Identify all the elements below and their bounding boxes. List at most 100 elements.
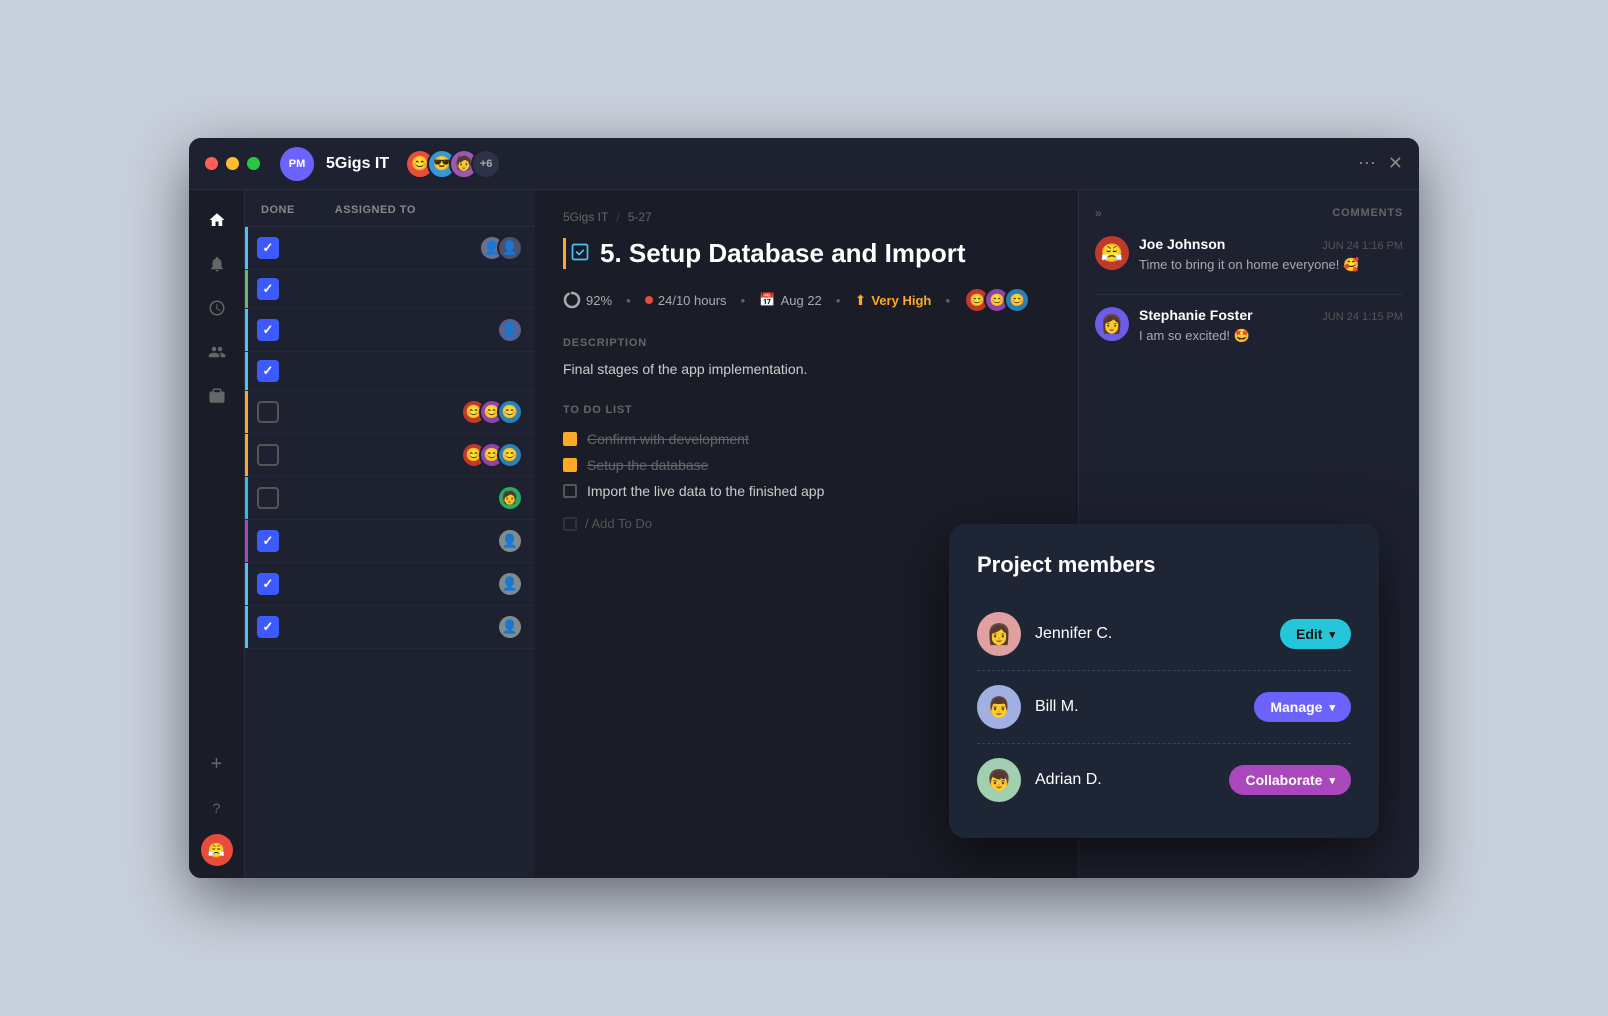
task-checkbox[interactable] <box>257 401 279 423</box>
add-todo-label[interactable]: / Add To Do <box>585 516 652 531</box>
todo-text: Confirm with development <box>587 431 749 447</box>
task-row[interactable]: 😊 😊 😊 <box>245 434 535 477</box>
close-traffic-light[interactable] <box>205 157 218 170</box>
task-checkbox[interactable] <box>257 444 279 466</box>
todo-item[interactable]: Confirm with development <box>563 426 1050 452</box>
more-options-icon[interactable]: ⋯ <box>1358 153 1376 174</box>
title-bar-actions: ⋯ ✕ <box>1358 153 1403 174</box>
accent-bar <box>245 477 248 519</box>
title-bar: PM 5Gigs IT 😊 😎 🧑 +6 ⋯ ✕ <box>189 138 1419 190</box>
task-avatar: 🧑 <box>497 485 523 511</box>
accent-bar <box>245 520 248 562</box>
member-name: Bill M. <box>1035 698 1240 716</box>
todo-item[interactable]: Import the live data to the finished app <box>563 478 1050 504</box>
task-checkbox[interactable] <box>257 278 279 300</box>
task-avatars: 😊 😊 😊 <box>461 442 523 468</box>
comment-text: Time to bring it on home everyone! 🥰 <box>1139 256 1403 274</box>
sidebar-bell[interactable] <box>199 246 235 282</box>
hours-value: 24/10 hours <box>658 293 727 308</box>
task-checkbox[interactable] <box>257 616 279 638</box>
task-list-panel: DONE ASSIGNED TO 👤 👤 <box>245 190 535 878</box>
minimize-traffic-light[interactable] <box>226 157 239 170</box>
chevron-down-icon: ▾ <box>1329 774 1335 787</box>
chevron-down-icon: ▾ <box>1329 628 1335 641</box>
member-role-button[interactable]: Edit ▾ <box>1280 619 1351 649</box>
task-row[interactable]: 🧑 <box>245 477 535 520</box>
sidebar-briefcase[interactable] <box>199 378 235 414</box>
task-avatars: 🧑 <box>497 485 523 511</box>
project-members-overlay: Project members 👩 Jennifer C. Edit ▾ 👨 B… <box>949 524 1379 838</box>
meta-separator: ● <box>626 296 631 305</box>
accent-bar <box>245 352 248 390</box>
sidebar-people[interactable] <box>199 334 235 370</box>
task-row[interactable]: 😊 😊 😊 <box>245 391 535 434</box>
task-row[interactable]: 👤 <box>245 520 535 563</box>
maximize-traffic-light[interactable] <box>247 157 260 170</box>
sidebar-home[interactable] <box>199 202 235 238</box>
pm-badge[interactable]: PM <box>280 147 314 181</box>
task-row[interactable]: 👤 <box>245 309 535 352</box>
task-row[interactable] <box>245 352 535 391</box>
task-list-header: DONE ASSIGNED TO <box>245 190 535 227</box>
accent-bar <box>245 270 248 308</box>
task-avatar: 😊 <box>497 399 523 425</box>
todo-text: Setup the database <box>587 457 708 473</box>
expand-panel-button[interactable]: » <box>1095 206 1102 220</box>
sidebar-add[interactable]: + <box>199 746 235 782</box>
close-window-icon[interactable]: ✕ <box>1388 153 1403 174</box>
sidebar-clock[interactable] <box>199 290 235 326</box>
task-row[interactable]: 👤 <box>245 606 535 649</box>
member-role-button[interactable]: Collaborate ▾ <box>1229 765 1351 795</box>
member-avatar: 👨 <box>977 685 1021 729</box>
task-avatars: 😊 😊 😊 <box>461 399 523 425</box>
avatar-count[interactable]: +6 <box>471 149 501 179</box>
accent-bar <box>245 309 248 351</box>
user-avatar[interactable]: 😤 <box>201 834 233 866</box>
role-label: Edit <box>1296 626 1322 642</box>
task-avatar: 😊 <box>497 442 523 468</box>
task-avatar: 👤 <box>497 571 523 597</box>
member-role-button[interactable]: Manage ▾ <box>1254 692 1351 722</box>
meta-due-date: 📅 Aug 22 <box>759 292 821 308</box>
task-avatars: 👤 <box>497 317 523 343</box>
sidebar: + ? 😤 <box>189 190 245 878</box>
todo-checkbox[interactable] <box>563 484 577 498</box>
todo-item[interactable]: Setup the database <box>563 452 1050 478</box>
task-avatars: 👤 <box>497 614 523 640</box>
assigned-header: ASSIGNED TO <box>335 204 416 216</box>
comment-text: I am so excited! 🤩 <box>1139 327 1403 345</box>
task-row[interactable] <box>245 270 535 309</box>
project-title: 5Gigs IT <box>326 155 389 173</box>
task-title-row: 5. Setup Database and Import <box>563 238 1050 269</box>
task-row[interactable]: 👤 👤 <box>245 227 535 270</box>
task-avatar: 👤 <box>497 235 523 261</box>
comments-header: » COMMENTS <box>1095 206 1403 220</box>
task-checkbox[interactable] <box>257 487 279 509</box>
sidebar-help[interactable]: ? <box>199 790 235 826</box>
comment-item: 👩 Stephanie Foster JUN 24 1:15 PM I am s… <box>1095 307 1403 345</box>
meta-avatar: 😊 <box>1004 287 1030 313</box>
member-divider <box>977 670 1351 671</box>
accent-bar <box>245 563 248 605</box>
task-checkbox[interactable] <box>257 319 279 341</box>
breadcrumb-task: 5-27 <box>628 210 652 224</box>
task-checkbox[interactable] <box>257 237 279 259</box>
meta-priority: ⬆ Very High <box>855 292 932 309</box>
task-avatars: 👤 <box>497 571 523 597</box>
breadcrumb-project: 5Gigs IT <box>563 210 608 224</box>
accent-bar <box>245 434 248 476</box>
comment-body: Stephanie Foster JUN 24 1:15 PM I am so … <box>1139 307 1403 345</box>
task-checkbox[interactable] <box>257 360 279 382</box>
member-name: Adrian D. <box>1035 771 1215 789</box>
task-row[interactable]: 👤 <box>245 563 535 606</box>
task-checkbox[interactable] <box>257 530 279 552</box>
accent-bar <box>245 227 248 269</box>
todo-list: Confirm with development Setup the datab… <box>563 426 1050 535</box>
meta-progress: 92% <box>563 291 612 309</box>
task-title: 5. Setup Database and Import <box>600 238 966 269</box>
description-label: DESCRIPTION <box>563 337 1050 349</box>
task-checkbox[interactable] <box>257 573 279 595</box>
comments-title: COMMENTS <box>1332 207 1403 219</box>
comment-header: Stephanie Foster JUN 24 1:15 PM <box>1139 307 1403 323</box>
comment-author: Joe Johnson <box>1139 236 1225 252</box>
